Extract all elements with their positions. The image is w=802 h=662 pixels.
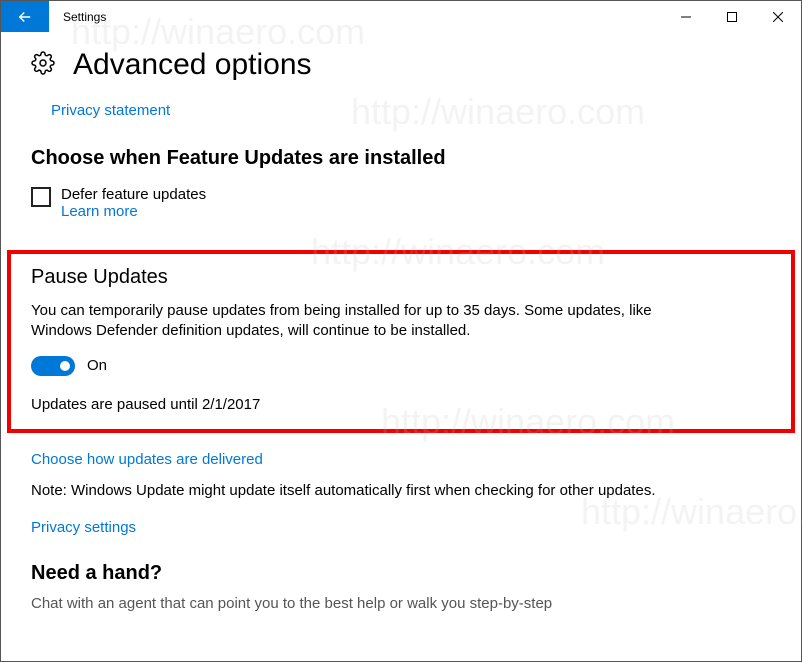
- back-button[interactable]: [1, 1, 49, 32]
- maximize-button[interactable]: [709, 1, 755, 32]
- pause-toggle[interactable]: [31, 356, 75, 376]
- pause-heading: Pause Updates: [31, 266, 771, 289]
- minimize-button[interactable]: [663, 1, 709, 32]
- need-hand-heading: Need a hand?: [31, 562, 771, 585]
- pause-toggle-row: On: [31, 356, 771, 376]
- delivery-link[interactable]: Choose how updates are delivered: [31, 451, 263, 468]
- defer-label: Defer feature updates: [61, 186, 206, 203]
- content-area: Advanced options Privacy statement Choos…: [1, 32, 801, 612]
- window-controls: [663, 1, 801, 32]
- page-title: Advanced options: [73, 50, 312, 80]
- defer-checkbox-row: Defer feature updates Learn more: [31, 186, 771, 220]
- gear-icon: [31, 51, 55, 79]
- pause-description: You can temporarily pause updates from b…: [31, 301, 711, 342]
- defer-checkbox[interactable]: [31, 187, 51, 207]
- titlebar: Settings: [1, 1, 801, 32]
- update-note: Note: Windows Update might update itself…: [31, 482, 771, 499]
- help-text: Chat with an agent that can point you to…: [31, 595, 771, 612]
- toggle-knob: [60, 361, 70, 371]
- learn-more-link[interactable]: Learn more: [61, 203, 138, 220]
- close-button[interactable]: [755, 1, 801, 32]
- pause-status: Updates are paused until 2/1/2017: [31, 396, 771, 413]
- page-header: Advanced options: [31, 50, 771, 80]
- window-title: Settings: [49, 1, 663, 32]
- feature-updates-heading: Choose when Feature Updates are installe…: [31, 147, 771, 170]
- privacy-statement-link[interactable]: Privacy statement: [51, 102, 170, 119]
- privacy-settings-link[interactable]: Privacy settings: [31, 519, 136, 536]
- toggle-state-label: On: [87, 357, 107, 374]
- highlighted-pause-section: Pause Updates You can temporarily pause …: [7, 250, 795, 433]
